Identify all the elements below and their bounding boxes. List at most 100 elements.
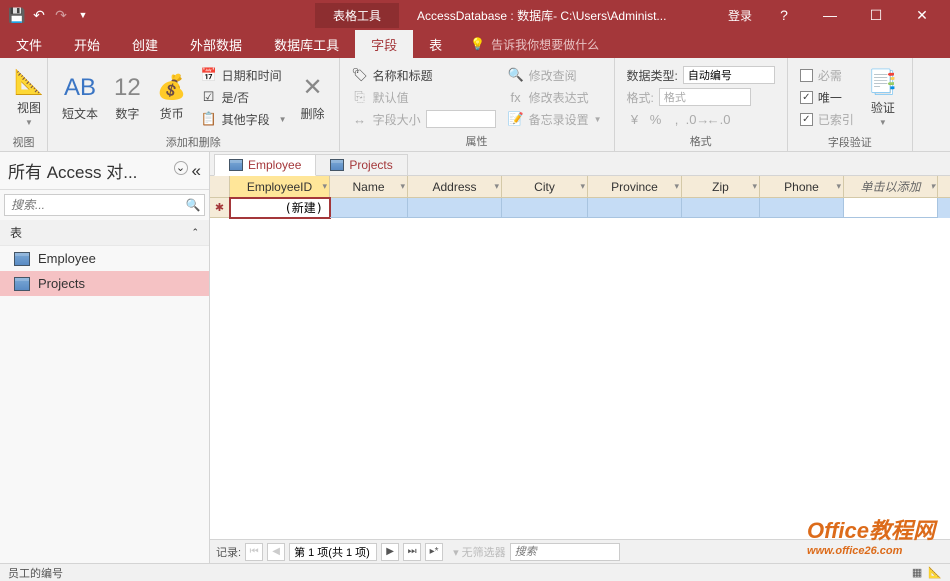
datasheet-view[interactable]: EmployeeID▾ Name▾ Address▾ City▾ Provinc… bbox=[210, 176, 950, 539]
number-button[interactable]: 12数字 bbox=[108, 62, 147, 132]
title-bar: 💾 ↶ ↷ ▼ 表格工具 AccessDatabase : 数据库- C:\Us… bbox=[0, 0, 950, 30]
chevron-down-icon: ▾ bbox=[674, 181, 679, 192]
col-header-province[interactable]: Province▾ bbox=[588, 176, 682, 197]
decrease-decimal-icon: ←.0 bbox=[711, 111, 727, 127]
nav-item-projects[interactable]: Projects bbox=[0, 271, 209, 296]
default-icon: ⎘ bbox=[352, 89, 368, 105]
add-column-button[interactable]: 单击以添加▾ bbox=[844, 176, 938, 197]
redo-icon[interactable]: ↷ bbox=[52, 6, 70, 24]
lookup-icon: 🔍 bbox=[508, 67, 524, 83]
cell[interactable] bbox=[408, 198, 502, 218]
col-header-name[interactable]: Name▾ bbox=[330, 176, 408, 197]
col-header-city[interactable]: City▾ bbox=[502, 176, 588, 197]
cell[interactable] bbox=[588, 198, 682, 218]
cell-new-employeeid[interactable]: (新建) bbox=[230, 198, 330, 218]
row-selector[interactable]: ✱ bbox=[210, 198, 230, 218]
new-record-row[interactable]: ✱ (新建) bbox=[210, 198, 950, 218]
nav-search-input[interactable] bbox=[5, 195, 182, 215]
prev-record-button[interactable]: ◀ bbox=[267, 543, 285, 561]
last-record-button[interactable]: ⏭ bbox=[403, 543, 421, 561]
filter-indicator: ▾ 无筛选器 bbox=[453, 544, 506, 560]
save-icon[interactable]: 💾 bbox=[8, 6, 26, 24]
delete-button[interactable]: ✕删除 bbox=[295, 62, 331, 132]
checkbox-icon: ✓ bbox=[800, 91, 813, 104]
window-title: AccessDatabase : 数据库- C:\Users\Administ.… bbox=[399, 7, 714, 24]
new-record-button[interactable]: ▸* bbox=[425, 543, 443, 561]
col-header-zip[interactable]: Zip▾ bbox=[682, 176, 760, 197]
doc-tab-employee[interactable]: Employee bbox=[214, 154, 316, 176]
undo-icon[interactable]: ↶ bbox=[30, 6, 48, 24]
nav-item-employee[interactable]: Employee bbox=[0, 246, 209, 271]
chevron-down-icon: ▾ bbox=[494, 181, 499, 192]
calendar-icon: 📅 bbox=[201, 67, 217, 83]
namecaption-button[interactable]: 🏷名称和标题 bbox=[348, 65, 500, 85]
currency-button[interactable]: 💰货币 bbox=[151, 62, 193, 132]
cell[interactable] bbox=[844, 198, 938, 218]
chevron-down-icon: ▾ bbox=[400, 181, 405, 192]
record-position-input[interactable] bbox=[289, 543, 377, 561]
workspace: 所有 Access 对... ⌄« 🔍 表 ⌃ Employee Project… bbox=[0, 152, 950, 563]
first-record-button[interactable]: ⏮ bbox=[245, 543, 263, 561]
login-link[interactable]: 登录 bbox=[728, 7, 752, 24]
currency-icon: 💰 bbox=[157, 73, 187, 103]
format-buttons: ¥ % , .0→ ←.0 bbox=[623, 109, 779, 129]
col-header-phone[interactable]: Phone▾ bbox=[760, 176, 844, 197]
tab-external[interactable]: 外部数据 bbox=[174, 30, 258, 58]
doc-tab-projects[interactable]: Projects bbox=[315, 154, 407, 175]
yesno-button[interactable]: ☑是/否 bbox=[197, 87, 291, 107]
nav-search[interactable]: 🔍 bbox=[4, 194, 205, 216]
indexed-check: ✓已索引 bbox=[796, 109, 858, 129]
table-icon bbox=[229, 159, 243, 171]
tab-home[interactable]: 开始 bbox=[58, 30, 116, 58]
tab-dbtools[interactable]: 数据库工具 bbox=[258, 30, 355, 58]
view-icon: 📐 bbox=[14, 67, 44, 97]
view-button[interactable]: 📐 视图 ▼ bbox=[8, 62, 50, 132]
cell[interactable] bbox=[682, 198, 760, 218]
validation-button[interactable]: 📑验证▼ bbox=[862, 62, 904, 132]
delete-icon: ✕ bbox=[303, 73, 323, 103]
nav-section-tables[interactable]: 表 ⌃ bbox=[0, 220, 209, 246]
next-record-button[interactable]: ▶ bbox=[381, 543, 399, 561]
tab-fields[interactable]: 字段 bbox=[355, 30, 413, 58]
memo-button: 📝备忘录设置▼ bbox=[504, 109, 606, 129]
comma-fmt-icon: , bbox=[669, 111, 685, 127]
minimize-icon[interactable]: — bbox=[816, 5, 844, 25]
select-all-corner[interactable] bbox=[210, 176, 230, 197]
nav-header[interactable]: 所有 Access 对... ⌄« bbox=[0, 152, 209, 190]
unique-check[interactable]: ✓唯一 bbox=[796, 87, 858, 107]
datasheet-view-icon[interactable]: ▦ bbox=[912, 566, 922, 579]
memo-icon: 📝 bbox=[508, 111, 524, 127]
table-icon bbox=[330, 159, 344, 171]
name-icon: 🏷 bbox=[352, 67, 368, 83]
maximize-icon[interactable]: ☐ bbox=[862, 5, 890, 25]
fx-icon: fx bbox=[508, 89, 524, 105]
tab-table[interactable]: 表 bbox=[413, 30, 458, 58]
tab-file[interactable]: 文件 bbox=[0, 30, 58, 58]
qat-dropdown-icon[interactable]: ▼ bbox=[74, 6, 92, 24]
collapse-icon[interactable]: « bbox=[192, 161, 201, 181]
record-search-input[interactable] bbox=[510, 543, 620, 561]
datetime-button[interactable]: 📅日期和时间 bbox=[197, 65, 291, 85]
cell[interactable] bbox=[330, 198, 408, 218]
datatype-select[interactable] bbox=[683, 66, 775, 84]
shorttext-button[interactable]: AB短文本 bbox=[56, 62, 104, 132]
col-header-employeeid[interactable]: EmployeeID▾ bbox=[230, 176, 330, 197]
design-view-icon[interactable]: 📐 bbox=[928, 566, 942, 579]
datatype-row: 数据类型: bbox=[623, 65, 779, 85]
help-icon[interactable]: ? bbox=[770, 5, 798, 25]
cell[interactable] bbox=[760, 198, 844, 218]
fieldsize-input bbox=[426, 110, 496, 128]
number-icon: 12 bbox=[114, 73, 141, 103]
col-header-address[interactable]: Address▾ bbox=[408, 176, 502, 197]
morefields-button[interactable]: 📋其他字段▼ bbox=[197, 109, 291, 129]
cell[interactable] bbox=[502, 198, 588, 218]
document-area: Employee Projects EmployeeID▾ Name▾ Addr… bbox=[210, 152, 950, 563]
tell-me-search[interactable]: 💡 告诉我你想要做什么 bbox=[458, 30, 611, 58]
collapse-section-icon[interactable]: ⌃ bbox=[191, 227, 199, 238]
tab-create[interactable]: 创建 bbox=[116, 30, 174, 58]
search-icon[interactable]: 🔍 bbox=[182, 195, 204, 215]
increase-decimal-icon: .0→ bbox=[690, 111, 706, 127]
dropdown-icon[interactable]: ⌄ bbox=[174, 161, 188, 175]
navigation-pane: 所有 Access 对... ⌄« 🔍 表 ⌃ Employee Project… bbox=[0, 152, 210, 563]
close-icon[interactable]: ✕ bbox=[908, 5, 936, 25]
